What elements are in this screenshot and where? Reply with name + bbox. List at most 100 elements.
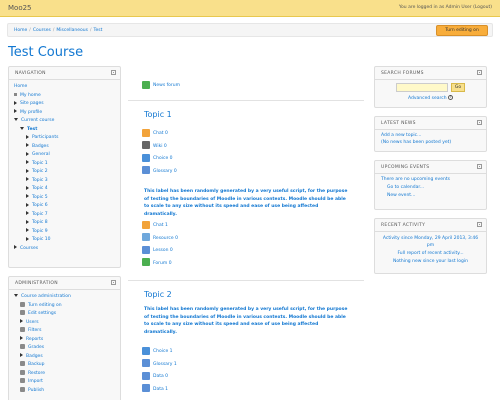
activity-choice-1[interactable]: Choice 1: [142, 346, 173, 358]
activity-wiki-0[interactable]: Wiki 0: [142, 141, 167, 153]
tree-item-label[interactable]: Turn editing on: [28, 303, 62, 308]
collapsed-arrow-icon[interactable]: [26, 160, 29, 164]
collapsed-arrow-icon[interactable]: [14, 245, 17, 249]
breadcrumb-home[interactable]: Home: [14, 28, 27, 33]
nav-item-topic-1[interactable]: Topic 1: [14, 160, 115, 169]
nav-item-my-profile[interactable]: My profile: [14, 109, 115, 118]
collapsed-arrow-icon[interactable]: [20, 353, 23, 357]
admin-item-import[interactable]: Import: [14, 378, 115, 387]
activity-link[interactable]: Data 0: [153, 374, 168, 379]
nav-item-topic-2[interactable]: Topic 2: [14, 168, 115, 177]
tree-item-label[interactable]: Grades: [28, 345, 44, 350]
tree-item-label[interactable]: Topic 8: [32, 220, 48, 225]
expanded-arrow-icon[interactable]: [20, 126, 24, 130]
tree-item-label[interactable]: Home: [14, 84, 27, 89]
activity-link[interactable]: Glossary 0: [153, 169, 177, 174]
section-title-topic-1[interactable]: Topic 1: [144, 110, 172, 119]
block-dock-icon[interactable]: [477, 120, 482, 125]
tree-item-label[interactable]: Topic 4: [32, 186, 48, 191]
nav-item-topic-8[interactable]: Topic 8: [14, 219, 115, 228]
collapsed-arrow-icon[interactable]: [26, 202, 29, 207]
activity-lesson-0[interactable]: Lesson 0: [142, 245, 173, 257]
activity-chat-0[interactable]: Chat 0: [142, 128, 168, 140]
tree-item-label[interactable]: Backup: [28, 362, 45, 367]
nav-item-topic-7[interactable]: Topic 7: [14, 211, 115, 220]
activity-resource-0[interactable]: Resource 0: [142, 233, 178, 245]
nav-item-home[interactable]: Home: [14, 83, 115, 92]
admin-item-turn-editing-on[interactable]: Turn editing on: [14, 301, 115, 311]
tree-item-label[interactable]: Edit settings: [28, 311, 56, 316]
activity-link[interactable]: Chat 1: [153, 223, 168, 228]
collapsed-arrow-icon[interactable]: [14, 100, 17, 105]
tree-item-label[interactable]: Restore: [28, 371, 45, 376]
tree-item-label[interactable]: Badges: [26, 354, 43, 359]
new-event-link[interactable]: New event...: [381, 192, 480, 200]
activity-glossary-1[interactable]: Glossary 1: [142, 359, 177, 371]
nav-item-topic-3[interactable]: Topic 3: [14, 177, 115, 186]
nav-item-general[interactable]: General: [14, 151, 115, 160]
go-to-calendar-link[interactable]: Go to calendar...: [381, 184, 480, 192]
activity-link[interactable]: Forum 0: [153, 261, 172, 266]
activity-data-0[interactable]: Data 0: [142, 371, 168, 383]
activity-chat-1[interactable]: Chat 1: [142, 220, 168, 232]
tree-item-label[interactable]: Topic 7: [32, 212, 48, 217]
block-dock-icon[interactable]: [111, 70, 116, 75]
collapsed-arrow-icon[interactable]: [14, 109, 17, 113]
section-title-topic-2[interactable]: Topic 2: [144, 290, 172, 299]
tree-item-label[interactable]: Import: [28, 379, 43, 384]
add-news-topic-link[interactable]: Add a new topic...: [381, 132, 480, 139]
nav-item-topic-5[interactable]: Topic 5: [14, 194, 115, 203]
block-dock-icon[interactable]: [477, 164, 482, 169]
collapsed-arrow-icon[interactable]: [26, 143, 29, 147]
admin-item-backup[interactable]: Backup: [14, 361, 115, 370]
nav-item-badges[interactable]: Badges: [14, 143, 115, 152]
tree-item-label[interactable]: Topic 5: [32, 195, 48, 200]
activity-link[interactable]: Lesson 0: [153, 248, 173, 253]
collapsed-arrow-icon[interactable]: [26, 219, 29, 224]
admin-item-users[interactable]: Users: [14, 319, 115, 328]
tree-item-label[interactable]: Badges: [32, 144, 49, 149]
collapsed-arrow-icon[interactable]: [26, 228, 29, 232]
activity-data-1[interactable]: Data 1: [142, 384, 168, 396]
activity-link[interactable]: Choice 1: [153, 349, 173, 354]
nav-item-participants[interactable]: Participants: [14, 134, 115, 143]
tree-item-label[interactable]: Course administration: [21, 294, 71, 299]
expanded-arrow-icon[interactable]: [14, 118, 18, 121]
search-go-button[interactable]: Go: [451, 83, 465, 92]
breadcrumb-test[interactable]: Test: [94, 28, 103, 33]
help-icon[interactable]: ?: [448, 95, 454, 100]
tree-item-label[interactable]: Participants: [32, 135, 58, 140]
tree-item-label[interactable]: Test: [27, 127, 37, 132]
activity-link[interactable]: Choice 0: [153, 156, 173, 161]
collapsed-arrow-icon[interactable]: [20, 336, 23, 340]
admin-item-course-administration[interactable]: Course administration: [14, 293, 115, 302]
block-dock-icon[interactable]: [111, 280, 116, 285]
news-forum-link[interactable]: News forum: [153, 83, 180, 88]
nav-item-current-course[interactable]: Current course: [14, 117, 115, 126]
turn-editing-on-button[interactable]: Turn editing on: [436, 25, 488, 36]
collapsed-arrow-icon[interactable]: [26, 211, 29, 215]
activity-choice-0[interactable]: Choice 0: [142, 153, 173, 165]
collapsed-arrow-icon[interactable]: [20, 319, 23, 323]
tree-item-label[interactable]: Topic 6: [32, 203, 48, 208]
admin-item-grades[interactable]: Grades: [14, 344, 115, 353]
activity-link[interactable]: Resource 0: [153, 236, 178, 241]
nav-item-topic-9[interactable]: Topic 9: [14, 228, 115, 237]
nav-item-courses[interactable]: Courses: [14, 245, 115, 254]
tree-item-label[interactable]: Current course: [21, 118, 54, 123]
nav-item-test[interactable]: Test: [14, 126, 115, 135]
tree-item-label[interactable]: My home: [20, 93, 41, 98]
tree-item-label[interactable]: Site pages: [20, 101, 44, 106]
tree-item-label[interactable]: Topic 3: [32, 178, 48, 183]
collapsed-arrow-icon[interactable]: [26, 177, 29, 181]
tree-item-label[interactable]: Courses: [20, 246, 38, 251]
login-info[interactable]: You are logged in as Admin User (Logout): [399, 5, 492, 10]
activity-forum-0[interactable]: Forum 0: [142, 258, 172, 270]
nav-item-topic-4[interactable]: Topic 4: [14, 185, 115, 194]
activity-link[interactable]: Glossary 1: [153, 362, 177, 367]
tree-item-label[interactable]: Topic 2: [32, 169, 48, 174]
activity-link[interactable]: Wiki 0: [153, 144, 167, 149]
nav-item-topic-6[interactable]: Topic 6: [14, 202, 115, 211]
admin-item-filters[interactable]: Filters: [14, 327, 115, 336]
admin-item-restore[interactable]: Restore: [14, 369, 115, 379]
